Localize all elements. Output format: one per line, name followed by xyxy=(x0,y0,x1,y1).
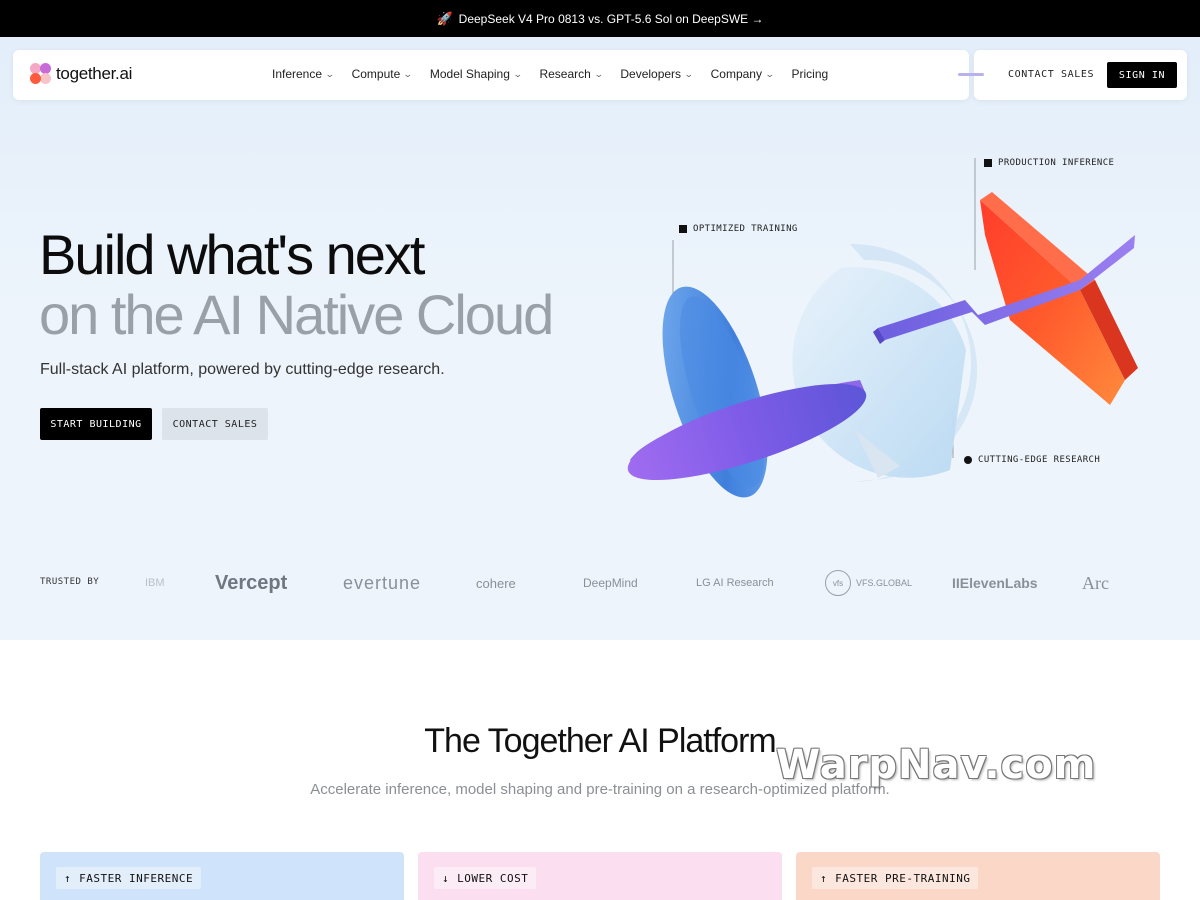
chevron-down-icon: ⌄ xyxy=(764,68,775,79)
card-tag-label: FASTER PRE-TRAINING xyxy=(835,871,971,885)
label-production-inference: PRODUCTION INFERENCE xyxy=(984,158,1114,168)
card-faster-pre-training[interactable]: ↑ FASTER PRE-TRAINING xyxy=(796,852,1160,900)
card-tag: ↑ FASTER PRE-TRAINING xyxy=(812,867,979,889)
contact-sales-button[interactable]: CONTACT SALES xyxy=(162,408,268,440)
watermark-text: WarpNav.com xyxy=(776,742,1097,788)
trusted-logo-strip: IBM Vercept evertune cohere DeepMind LG … xyxy=(140,560,1145,606)
card-tag-label: LOWER COST xyxy=(457,871,529,885)
trusted-by-label: TRUSTED BY xyxy=(40,577,100,587)
brand-logo-vercept: Vercept xyxy=(215,571,288,594)
label-cutting-edge-research: CUTTING-EDGE RESEARCH xyxy=(964,455,1100,465)
nav-item-research[interactable]: Research ⌄ xyxy=(539,67,604,81)
sign-in-button[interactable]: SIGN IN xyxy=(1107,62,1177,88)
card-faster-inference[interactable]: ↑ FASTER INFERENCE xyxy=(40,852,404,900)
card-tag-label: FASTER INFERENCE xyxy=(79,871,194,885)
arrow-up-icon: ↑ xyxy=(820,871,828,885)
announcement-bar[interactable]: 🚀 DeepSeek V4 Pro 0813 vs. GPT-5.6 Sol o… xyxy=(0,0,1200,37)
hero-title-line1: Build what's next xyxy=(39,223,425,286)
card-tag: ↑ FASTER INFERENCE xyxy=(56,867,202,889)
nav-accent-line xyxy=(958,73,984,76)
label-optimized-training: OPTIMIZED TRAINING xyxy=(679,224,798,234)
chevron-down-icon: ⌄ xyxy=(512,68,523,79)
arrow-up-icon: ↑ xyxy=(64,871,72,885)
brand-logo-vfs-global: vfs VFS.GLOBAL xyxy=(825,560,912,606)
main-nav: together.ai Inference ⌄ Compute ⌄ Model Sh… xyxy=(13,50,969,100)
brand-logo-elevenlabs: IIElevenLabs xyxy=(952,575,1038,591)
brand-logo-evertune: evertune xyxy=(343,572,422,593)
brand-logo-cohere: cohere xyxy=(476,575,516,591)
nav-menu: Inference ⌄ Compute ⌄ Model Shaping ⌄ Resea… xyxy=(272,67,846,81)
card-lower-cost[interactable]: ↓ LOWER COST xyxy=(418,852,782,900)
chevron-down-icon: ⌄ xyxy=(593,68,604,79)
arrow-down-icon: ↓ xyxy=(442,871,450,885)
brand-logo-faded: IBM xyxy=(145,577,165,589)
hero-title-line2: on the AI Native Cloud xyxy=(39,283,554,346)
chevron-down-icon: ⌄ xyxy=(403,68,413,79)
announcement-text: DeepSeek V4 Pro 0813 vs. GPT-5.6 Sol on … xyxy=(458,11,764,26)
together-logo-mark-icon xyxy=(30,63,52,85)
together-logo[interactable]: together.ai xyxy=(30,63,132,85)
chevron-down-icon: ⌄ xyxy=(324,68,335,79)
nav-item-developers[interactable]: Developers ⌄ xyxy=(620,67,694,81)
rocket-icon: 🚀 xyxy=(436,10,453,26)
square-bullet-icon xyxy=(984,159,992,167)
chevron-down-icon: ⌄ xyxy=(683,68,694,79)
brand-logo-deepmind: DeepMind xyxy=(583,576,638,590)
nav-item-inference[interactable]: Inference ⌄ xyxy=(272,67,335,81)
nav-item-compute[interactable]: Compute ⌄ xyxy=(352,67,413,81)
circle-bullet-icon xyxy=(964,456,972,464)
brand-logo-arc: Arc xyxy=(1082,572,1109,593)
logo-text: together.ai xyxy=(56,64,133,83)
brand-logo-lg-ai-research: LG AI Research xyxy=(696,577,774,589)
hero-illustration: OPTIMIZED TRAINING PRODUCTION INFERENCE … xyxy=(610,140,1190,540)
nav-contact-sales-link[interactable]: CONTACT SALES xyxy=(1008,69,1094,80)
nav-item-model-shaping[interactable]: Model Shaping ⌄ xyxy=(430,67,523,81)
hero-subtitle: Full-stack AI platform, powered by cutti… xyxy=(40,361,445,378)
card-tag: ↓ LOWER COST xyxy=(434,867,537,889)
hero-3d-shapes-illustration xyxy=(627,158,1138,498)
nav-item-pricing[interactable]: Pricing xyxy=(792,67,829,81)
nav-item-company[interactable]: Company ⌄ xyxy=(711,67,775,81)
square-bullet-icon xyxy=(679,225,687,233)
start-building-button[interactable]: START BUILDING xyxy=(40,408,152,440)
